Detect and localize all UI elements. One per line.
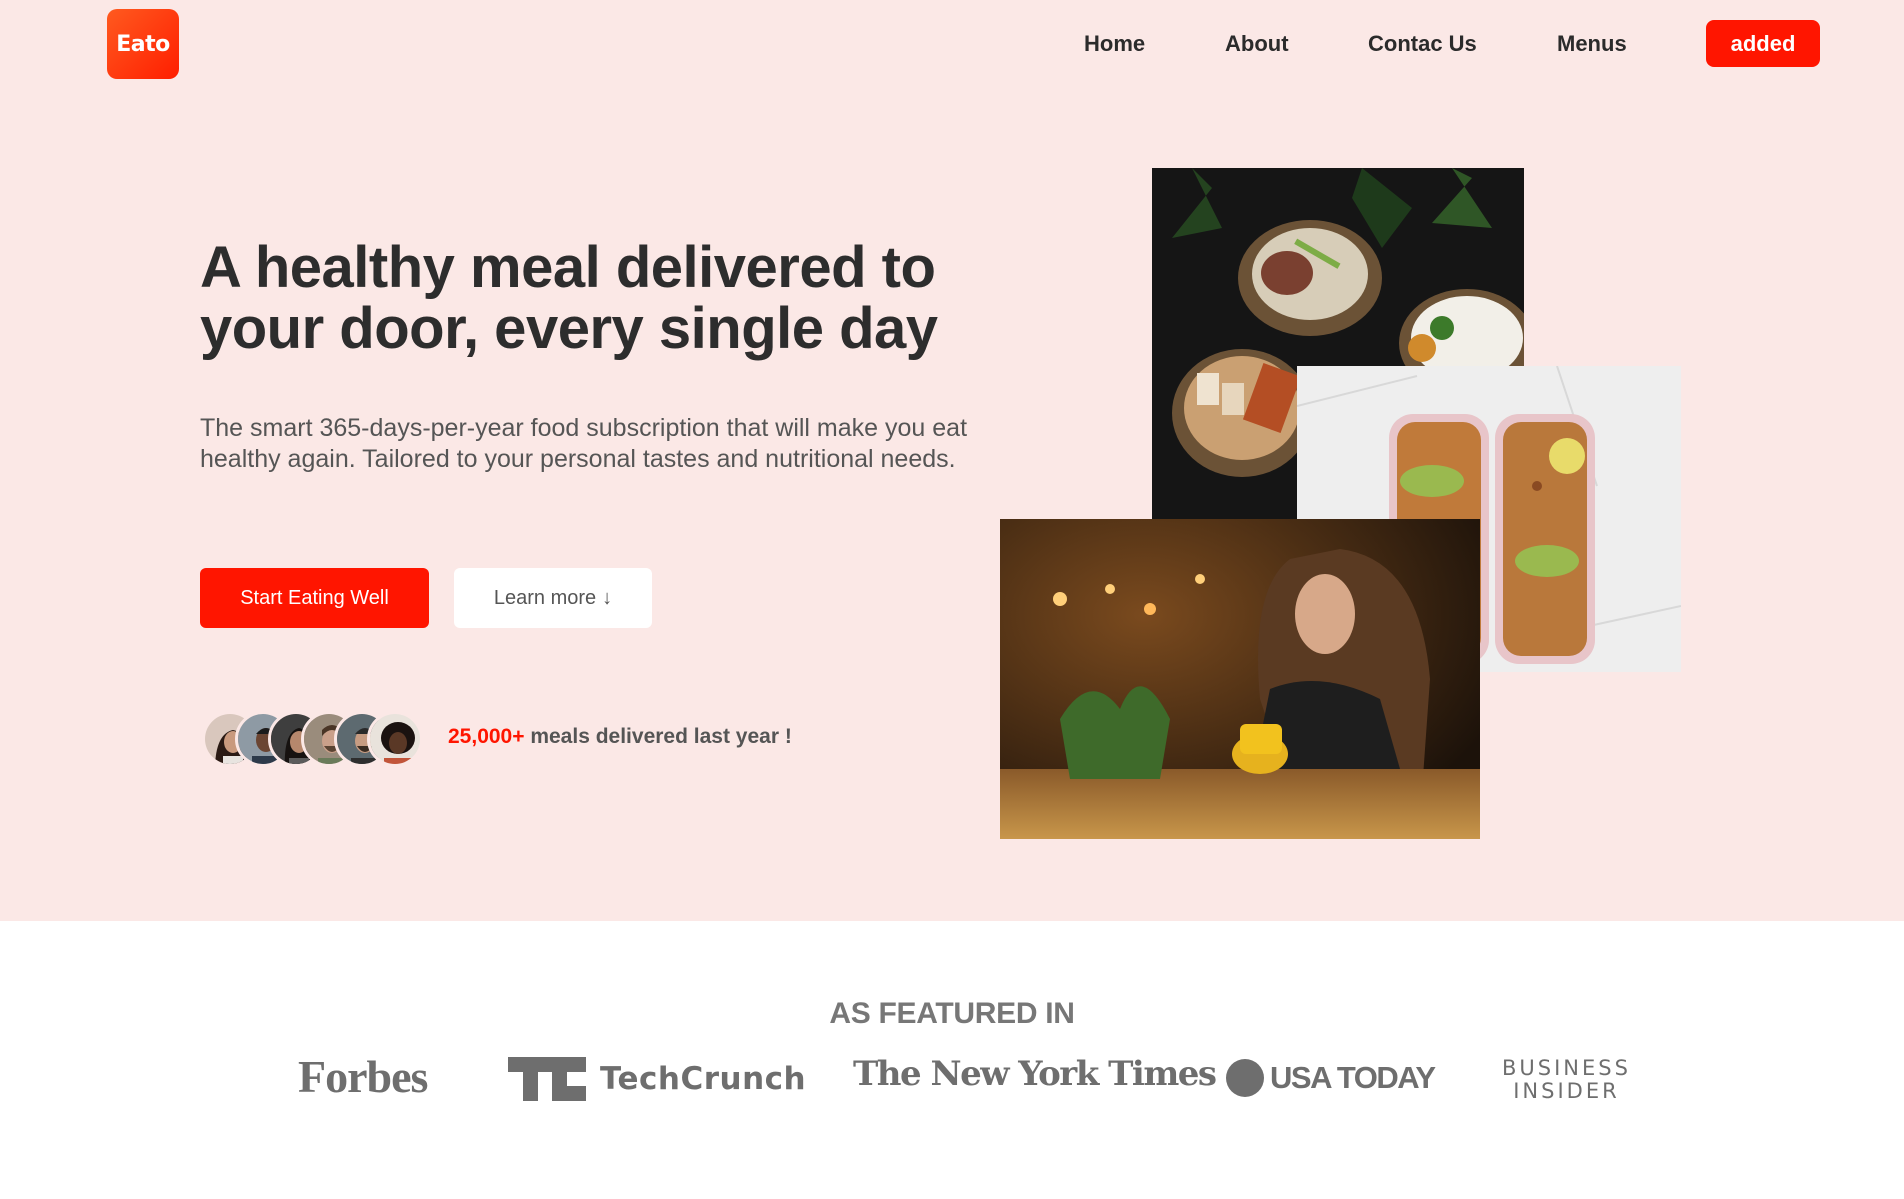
nav-home[interactable]: Home	[1084, 20, 1145, 67]
start-eating-button[interactable]: Start Eating Well	[200, 568, 429, 628]
techcrunch-wordmark: TechCrunch	[600, 1061, 807, 1097]
business-insider-line-2: INSIDER	[1513, 1079, 1620, 1103]
eato-logo[interactable]: Eato	[107, 9, 179, 79]
stat-text: meals delivered last year !	[524, 725, 792, 748]
customer-avatars	[202, 711, 432, 767]
techcrunch-mark-icon	[508, 1057, 586, 1101]
forbes-logo: Forbes	[298, 1051, 428, 1102]
usa-today-logo: USA TODAY	[1226, 1059, 1436, 1097]
learn-more-label: Learn more	[493, 586, 597, 609]
business-insider-logo: BUSINESS INSIDER	[1502, 1057, 1631, 1103]
arrow-down-icon: ↓	[602, 586, 613, 609]
stat-number: 25,000+	[448, 725, 525, 748]
hero-headline: A healthy meal delivered to your door, e…	[200, 235, 938, 361]
learn-more-button[interactable]: Learn more ↓	[454, 568, 652, 628]
featured-title: AS FEATURED IN	[829, 997, 1075, 1030]
nav-about[interactable]: About	[1225, 20, 1289, 67]
logo-text: Eato	[116, 31, 170, 57]
nytimes-logo: The New York Times	[853, 1054, 1217, 1094]
nav-contact[interactable]: Contac Us	[1368, 20, 1477, 67]
nav-cta-button[interactable]: added	[1706, 20, 1820, 67]
nav-menus[interactable]: Menus	[1557, 20, 1627, 67]
woman-eating-photo	[1000, 519, 1480, 839]
usa-today-wordmark: USA TODAY	[1270, 1060, 1436, 1095]
avatar	[367, 711, 423, 767]
business-insider-line-1: BUSINESS	[1502, 1056, 1631, 1080]
techcrunch-logo: TechCrunch	[508, 1057, 806, 1101]
usa-today-circle-icon	[1226, 1059, 1264, 1097]
meals-delivered-stat: 25,000+ meals delivered last year !	[448, 725, 792, 749]
hero-subtext: The smart 365-days-per-year food subscri…	[200, 414, 968, 473]
